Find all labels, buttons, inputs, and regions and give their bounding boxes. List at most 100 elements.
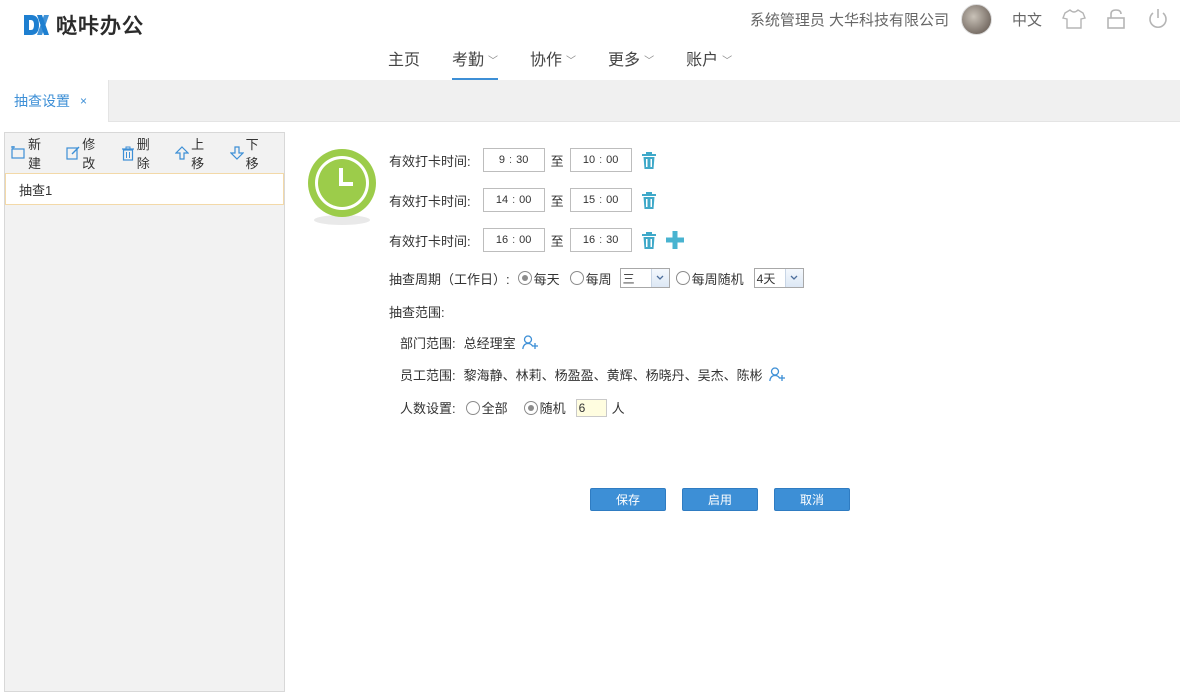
lock-icon[interactable] <box>1104 7 1128 31</box>
count-unit: 人 <box>611 401 625 416</box>
minute-value: 00 <box>606 154 619 166</box>
radio-label: 每天 <box>533 271 560 287</box>
new-button[interactable]: 新建 <box>10 134 51 172</box>
main-nav: 主页 考勤 ﹀ 协作 ﹀ 更多 ﹀ 账户 ﹀ <box>372 46 748 80</box>
app-header: 哒咔办公 系统管理员 大华科技有限公司 中文 主页 考勤 ﹀ 协作 ﹀ 更多 ﹀ <box>0 0 1180 80</box>
radio-weekly-random[interactable]: 每周随机 <box>675 269 744 288</box>
add-person-icon[interactable] <box>768 367 786 382</box>
enable-button[interactable]: 启用 <box>682 488 758 511</box>
save-button[interactable]: 保存 <box>590 488 666 511</box>
trash-icon[interactable] <box>641 191 656 209</box>
chevron-down-icon: ﹀ <box>566 56 577 67</box>
staff-label: 员工范围: <box>400 368 456 383</box>
power-icon[interactable] <box>1146 7 1170 31</box>
end-time-input[interactable]: 16:30 <box>569 228 632 252</box>
hour-value: 10 <box>582 154 596 166</box>
radio-label: 全部 <box>481 401 508 416</box>
edit-label: 修改 <box>82 137 96 171</box>
radio-circle <box>465 400 480 415</box>
staff-row: 员工范围: 黎海静、林莉、杨盈盈、黄辉、杨晓丹、吴杰、陈彬 <box>400 365 786 384</box>
time-row-2: 有效打卡时间: 14:00 至 15:00 <box>389 188 656 212</box>
language-switch[interactable]: 中文 <box>1012 9 1042 30</box>
delete-button[interactable]: 删除 <box>121 134 160 172</box>
hour-value: 9 <box>498 154 506 166</box>
hour-value: 14 <box>495 194 509 206</box>
list-item[interactable]: 抽查1 <box>5 173 284 205</box>
end-time-input[interactable]: 15:00 <box>569 188 632 212</box>
count-input[interactable]: 6 <box>575 398 607 417</box>
shirt-icon[interactable] <box>1062 7 1086 31</box>
nav-item-collaboration[interactable]: 协作 ﹀ <box>514 46 592 80</box>
tab-spot-check-settings[interactable]: 抽查设置 × <box>0 80 109 122</box>
tab-label: 抽查设置 <box>14 93 70 109</box>
delete-label: 删除 <box>136 137 150 171</box>
spot-check-list-panel: 新建 修改 删除 上移 下移 抽查1 <box>4 132 285 692</box>
user-area: 系统管理员 大华科技有限公司 中文 <box>750 3 1180 35</box>
trash-icon[interactable] <box>641 231 656 249</box>
time-separator: : <box>512 234 516 246</box>
dept-value: 总经理室 <box>463 336 516 351</box>
start-time-input[interactable]: 16:00 <box>482 228 545 252</box>
radio-label: 每周 <box>585 271 612 287</box>
minute-value: 00 <box>519 194 532 206</box>
dept-row: 部门范围: 总经理室 <box>400 333 539 352</box>
radio-all[interactable]: 全部 <box>465 398 508 417</box>
select-value: 4天 <box>756 271 776 286</box>
move-down-button[interactable]: 下移 <box>229 134 269 172</box>
tab-bar: 抽查设置 × <box>0 80 1180 122</box>
move-up-button[interactable]: 上移 <box>175 134 214 172</box>
close-icon[interactable]: × <box>80 94 87 108</box>
nav-item-attendance[interactable]: 考勤 ﹀ <box>436 46 514 80</box>
chevron-down-icon: ﹀ <box>488 56 499 67</box>
minute-value: 00 <box>519 234 532 246</box>
radio-daily[interactable]: 每天 <box>517 269 560 288</box>
cancel-button[interactable]: 取消 <box>774 488 850 511</box>
time-separator: : <box>599 194 603 206</box>
trash-icon[interactable] <box>641 151 656 169</box>
nav-item-label: 账户 <box>686 52 719 69</box>
to-label: 至 <box>550 193 564 209</box>
hour-value: 15 <box>582 194 596 206</box>
minute-value: 00 <box>606 194 619 206</box>
arrow-down-icon <box>229 146 244 160</box>
scope-row: 抽查范围: <box>389 302 445 321</box>
hour-value: 16 <box>582 234 596 246</box>
chevron-down-icon <box>784 269 803 287</box>
time-label: 有效打卡时间: <box>389 233 471 249</box>
radio-random[interactable]: 随机 <box>523 398 566 417</box>
edit-button[interactable]: 修改 <box>66 134 105 172</box>
user-name[interactable]: 系统管理员 大华科技有限公司 <box>750 9 949 30</box>
to-label: 至 <box>550 233 564 249</box>
plus-icon[interactable] <box>665 231 684 249</box>
time-separator: : <box>509 154 513 166</box>
hour-value: 16 <box>495 234 509 246</box>
end-time-input[interactable]: 10:00 <box>569 148 632 172</box>
days-select[interactable]: 4天 <box>753 268 804 288</box>
nav-item-home[interactable]: 主页 <box>372 46 436 80</box>
add-person-icon[interactable] <box>521 335 539 350</box>
nav-item-more[interactable]: 更多 ﹀ <box>592 46 670 80</box>
radio-circle <box>569 271 584 285</box>
app-logo[interactable]: 哒咔办公 <box>22 10 144 40</box>
weekday-select[interactable]: 三 <box>619 268 670 288</box>
time-separator: : <box>599 234 603 246</box>
start-time-input[interactable]: 9:30 <box>482 148 545 172</box>
chevron-down-icon: ﹀ <box>644 56 655 67</box>
time-row-1: 有效打卡时间: 9:30 至 10:00 <box>389 148 656 172</box>
time-label: 有效打卡时间: <box>389 153 471 169</box>
time-separator: : <box>512 194 516 206</box>
period-label: 抽查周期（工作日）: <box>389 271 510 287</box>
radio-circle <box>517 271 532 285</box>
avatar[interactable] <box>960 3 992 35</box>
time-separator: : <box>599 154 603 166</box>
list-item-label: 抽查1 <box>19 182 53 198</box>
radio-label: 每周随机 <box>691 271 744 287</box>
nav-item-label: 协作 <box>530 52 563 69</box>
edit-icon <box>66 146 80 160</box>
logo-text: 哒咔办公 <box>56 15 144 38</box>
nav-item-account[interactable]: 账户 ﹀ <box>670 46 748 80</box>
start-time-input[interactable]: 14:00 <box>482 188 545 212</box>
select-value: 三 <box>622 271 635 286</box>
radio-label: 随机 <box>539 401 566 416</box>
radio-weekly[interactable]: 每周 <box>569 269 612 288</box>
